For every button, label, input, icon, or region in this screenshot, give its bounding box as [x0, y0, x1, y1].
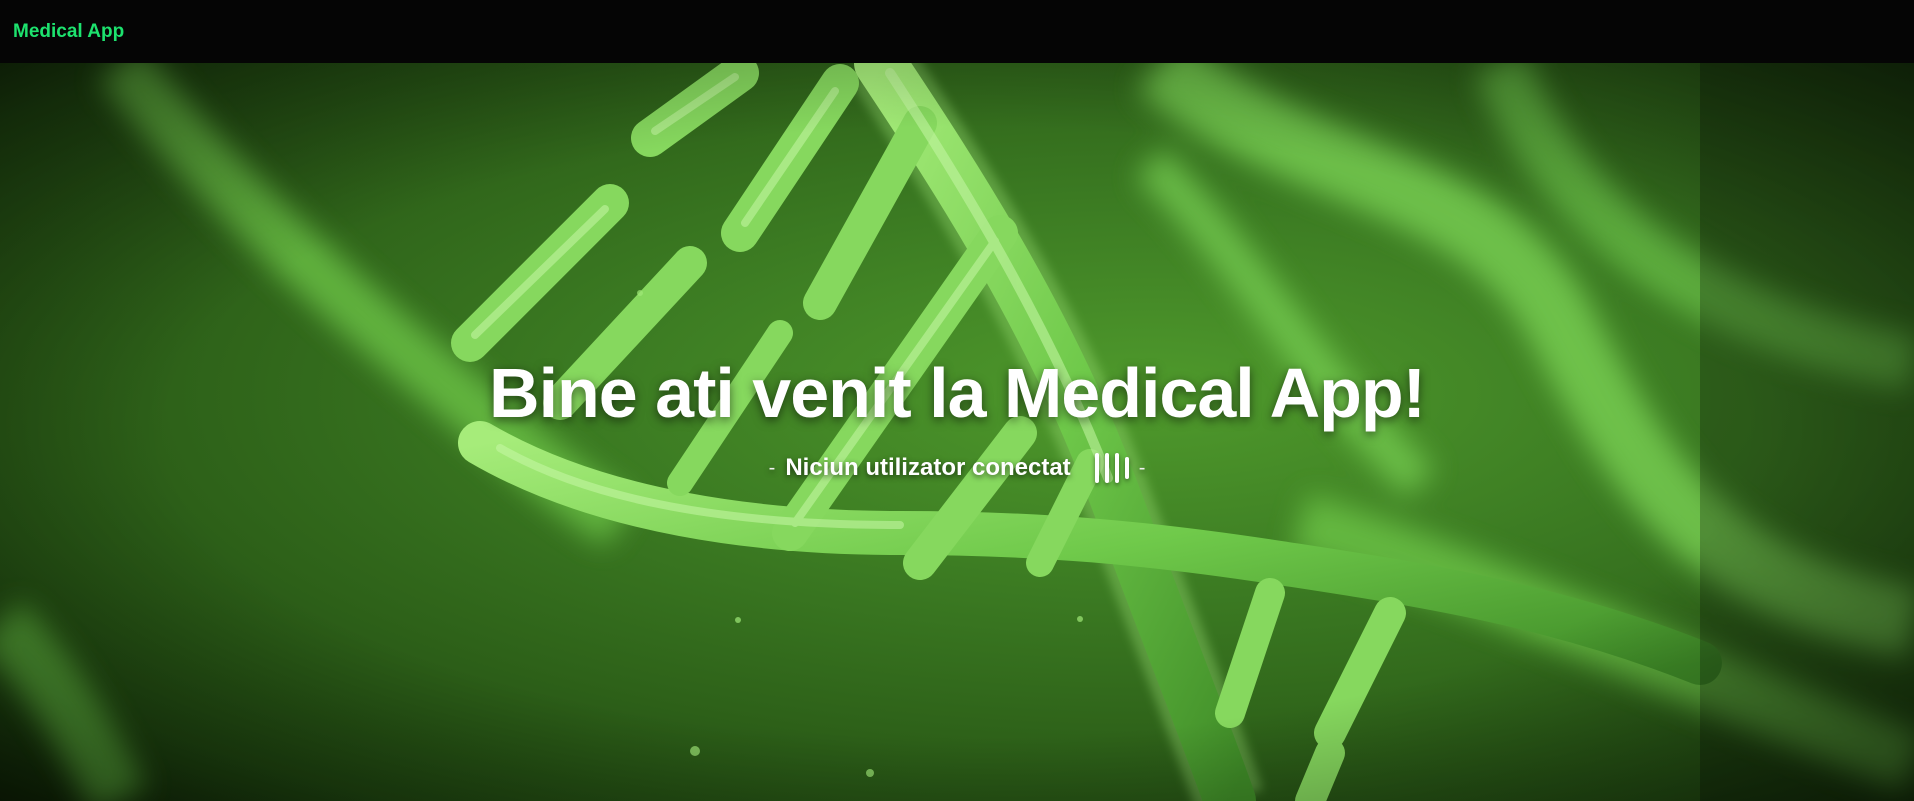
hero-section: Bine ati venit la Medical App! - Niciun …: [0, 63, 1914, 801]
brand-link[interactable]: Medical App: [13, 21, 124, 43]
hero-subtitle-row: - Niciun utilizator conectat -: [0, 453, 1914, 483]
dash-left: -: [768, 456, 776, 479]
dash-right: -: [1138, 456, 1146, 479]
login-status-text: Niciun utilizator conectat: [785, 454, 1071, 481]
bars-icon: [1094, 453, 1129, 483]
navbar: Medical App: [0, 0, 1914, 63]
hero-content: Bine ati venit la Medical App! - Niciun …: [0, 63, 1914, 801]
hero-title: Bine ati venit la Medical App!: [489, 354, 1426, 432]
